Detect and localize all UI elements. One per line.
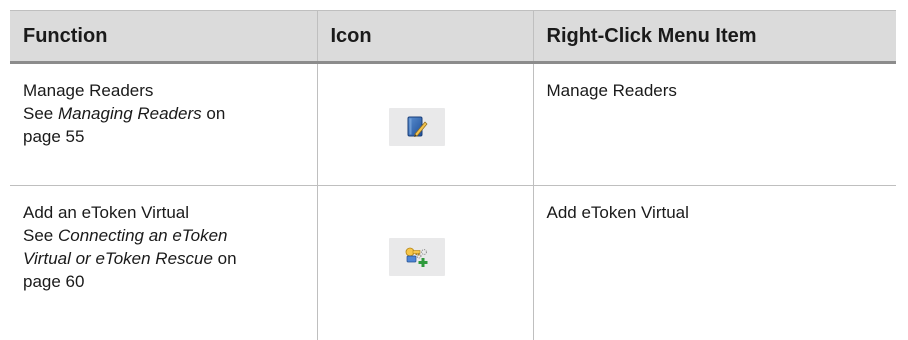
- page-reference: page 55: [23, 127, 85, 146]
- manage-readers-icon: [388, 108, 445, 146]
- menu-item-label: Manage Readers: [546, 81, 677, 100]
- function-cell: Add an eToken Virtual See Connecting an …: [10, 186, 317, 340]
- menu-item-cell: Add eToken Virtual: [532, 185, 896, 340]
- icon-cell: [316, 185, 533, 340]
- header-function: Function: [10, 10, 317, 64]
- icon-cell: [316, 62, 533, 187]
- see-reference-continued: Virtual or eToken Rescue on: [23, 249, 237, 269]
- function-title: Add an eToken Virtual: [23, 203, 190, 223]
- table-row: Manage Readers See Managing Readers on p…: [10, 62, 896, 187]
- table-header-row: Function Icon Right-Click Menu Item: [10, 10, 896, 64]
- menu-item-label: Add eToken Virtual: [546, 203, 689, 223]
- table-row: Add an eToken Virtual See Connecting an …: [10, 185, 896, 340]
- see-reference: See Connecting an eToken: [23, 226, 228, 246]
- function-cell: Manage Readers See Managing Readers on p…: [10, 62, 317, 187]
- see-reference: See Managing Readers on: [23, 104, 226, 123]
- reference-link[interactable]: Connecting an eToken: [58, 226, 228, 245]
- reference-link[interactable]: Managing Readers: [58, 104, 202, 123]
- page-reference: page 60: [23, 272, 85, 292]
- header-menu-item: Right-Click Menu Item: [532, 10, 896, 64]
- function-title: Manage Readers: [23, 81, 154, 100]
- add-etoken-virtual-icon: [388, 238, 445, 277]
- menu-item-cell: Manage Readers: [532, 62, 896, 187]
- reference-link-continued[interactable]: Virtual or eToken Rescue: [23, 249, 213, 268]
- function-table: Function Icon Right-Click Menu Item Mana…: [10, 10, 896, 340]
- header-icon: Icon: [316, 10, 533, 64]
